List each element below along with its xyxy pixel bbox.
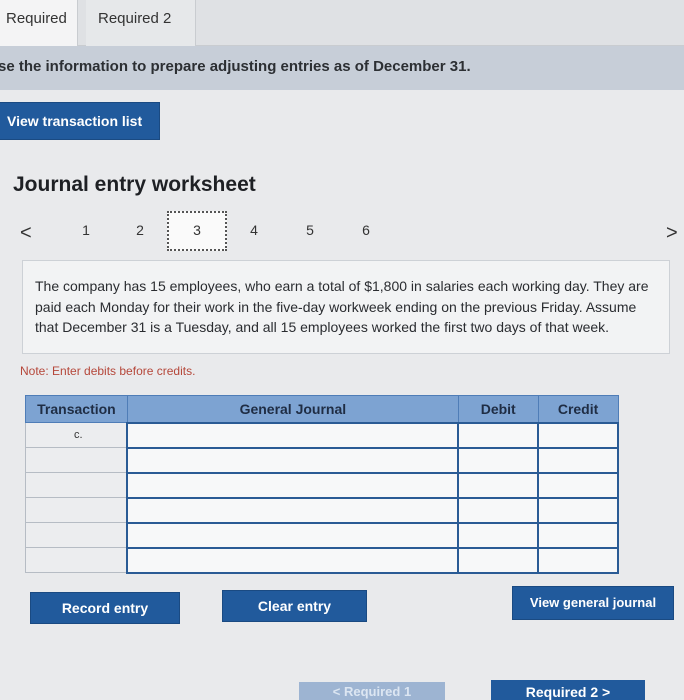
debit-input[interactable] xyxy=(457,446,540,474)
credit-input[interactable] xyxy=(537,521,619,549)
clear-entry-button[interactable]: Clear entry xyxy=(222,590,367,622)
table-row: c. xyxy=(25,421,619,449)
journal-table: Transaction General Journal Debit Credit… xyxy=(25,395,619,574)
header-general-journal: General Journal xyxy=(126,395,459,423)
debit-input[interactable] xyxy=(457,496,540,524)
record-entry-button[interactable]: Record entry xyxy=(30,592,180,624)
required-1-button[interactable]: < Required 1 xyxy=(299,682,445,700)
chevron-left-icon[interactable]: < xyxy=(20,222,32,245)
tab-required-1[interactable]: Required 1 xyxy=(0,0,78,65)
account-input[interactable] xyxy=(126,446,460,474)
header-credit: Credit xyxy=(537,395,619,423)
page-6[interactable]: 6 xyxy=(356,222,376,238)
debit-input[interactable] xyxy=(457,546,540,574)
transaction-cell: c. xyxy=(25,422,128,448)
transaction-description: The company has 15 employees, who earn a… xyxy=(22,260,670,354)
table-row xyxy=(25,446,619,474)
debit-input[interactable] xyxy=(457,421,540,449)
chevron-right-icon[interactable]: > xyxy=(666,222,678,245)
instruction-text: se the information to prepare adjusting … xyxy=(0,58,471,75)
transaction-cell xyxy=(25,522,128,548)
page-1[interactable]: 1 xyxy=(76,222,96,238)
header-transaction: Transaction xyxy=(25,395,128,423)
table-row xyxy=(25,521,619,549)
header-debit: Debit xyxy=(457,395,539,423)
tab-bar: Required 1 Required 2 xyxy=(0,0,684,65)
page-2[interactable]: 2 xyxy=(130,222,150,238)
debit-input[interactable] xyxy=(457,521,540,549)
credit-input[interactable] xyxy=(537,446,619,474)
account-input[interactable] xyxy=(126,521,460,549)
credit-input[interactable] xyxy=(537,421,619,449)
tab-required-2[interactable]: Required 2 xyxy=(86,0,196,46)
description-text: The company has 15 employees, who earn a… xyxy=(35,278,649,335)
view-transaction-list-button[interactable]: View transaction list xyxy=(0,102,160,140)
transaction-cell xyxy=(25,547,128,573)
worksheet-title: Journal entry worksheet xyxy=(13,173,256,196)
credit-input[interactable] xyxy=(537,496,619,524)
page-5[interactable]: 5 xyxy=(300,222,320,238)
required-2-button[interactable]: Required 2 > xyxy=(491,680,645,700)
transaction-cell xyxy=(25,472,128,498)
debit-input[interactable] xyxy=(457,471,540,499)
credit-input[interactable] xyxy=(537,546,619,574)
table-row xyxy=(25,496,619,524)
table-row xyxy=(25,471,619,499)
view-general-journal-button[interactable]: View general journal xyxy=(512,586,674,620)
account-input[interactable] xyxy=(126,471,460,499)
note-text: Note: Enter debits before credits. xyxy=(20,364,196,378)
transaction-cell xyxy=(25,447,128,473)
account-input[interactable] xyxy=(126,496,460,524)
account-input[interactable] xyxy=(126,546,460,574)
page-4[interactable]: 4 xyxy=(244,222,264,238)
table-header-row: Transaction General Journal Debit Credit xyxy=(25,395,619,423)
credit-input[interactable] xyxy=(537,471,619,499)
page-3[interactable]: 3 xyxy=(187,222,207,238)
account-input[interactable] xyxy=(126,421,460,449)
transaction-cell xyxy=(25,497,128,523)
table-row xyxy=(25,546,619,574)
